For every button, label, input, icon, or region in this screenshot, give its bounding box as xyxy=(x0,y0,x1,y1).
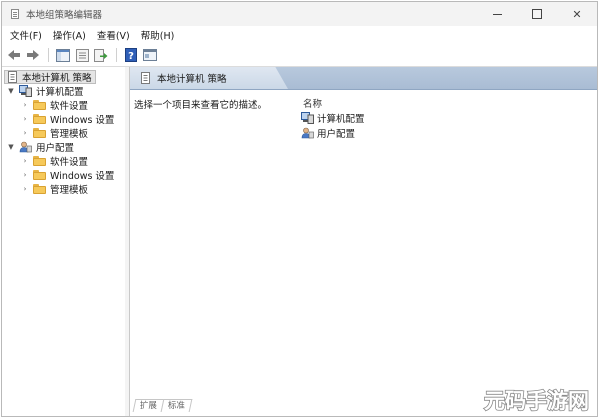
view-tabs: 扩展 标准 xyxy=(132,398,193,412)
tree-item-computer-config[interactable]: ▼ 计算机配置 xyxy=(6,84,84,98)
properties-icon xyxy=(75,48,89,62)
console-button[interactable] xyxy=(141,46,159,64)
show-hide-tree-button[interactable] xyxy=(54,46,72,64)
toolbar-separator xyxy=(116,48,117,62)
close-button[interactable]: ✕ xyxy=(557,2,597,26)
tree-item-computer-admin-templates[interactable]: › 管理模板 xyxy=(20,126,88,140)
menu-action[interactable]: 操作(A) xyxy=(49,28,93,42)
menu-file[interactable]: 文件(F) xyxy=(6,28,49,42)
toolbar: ? xyxy=(2,44,597,67)
minimize-icon xyxy=(492,13,502,15)
properties-button[interactable] xyxy=(73,46,91,64)
maximize-icon xyxy=(532,9,542,19)
tab-extended[interactable]: 扩展 xyxy=(132,399,165,412)
console-icon xyxy=(143,49,157,61)
menu-view[interactable]: 查看(V) xyxy=(93,28,137,42)
tree-item-label: 软件设置 xyxy=(50,101,89,112)
chevron-down-icon[interactable]: ▼ xyxy=(6,143,16,151)
tree-item-user-windows[interactable]: › Windows 设置 xyxy=(20,168,114,182)
tree-item-label: Windows 设置 xyxy=(50,115,115,126)
policy-app-icon xyxy=(10,8,20,20)
export-list-icon xyxy=(94,48,108,62)
policy-document-icon xyxy=(141,72,150,84)
back-icon xyxy=(8,50,20,60)
show-hide-tree-icon xyxy=(56,48,70,62)
chevron-right-icon[interactable]: › xyxy=(20,157,30,165)
detail-header-band: 本地计算机 策略 xyxy=(130,67,597,90)
chevron-right-icon[interactable]: › xyxy=(20,185,30,193)
title-bar[interactable]: 本地组策略编辑器 ✕ xyxy=(2,2,597,26)
menu-help[interactable]: 帮助(H) xyxy=(137,28,182,42)
minimize-button[interactable] xyxy=(477,2,517,26)
computer-icon xyxy=(19,85,32,97)
export-list-button[interactable] xyxy=(92,46,110,64)
watermark-text: 元码手游网 xyxy=(484,389,589,413)
tree-item-label: 计算机配置 xyxy=(36,87,84,98)
tree-item-label: 软件设置 xyxy=(50,157,89,168)
column-header-name[interactable]: 名称 xyxy=(303,96,322,110)
close-icon: ✕ xyxy=(572,7,582,21)
folder-icon xyxy=(33,128,46,138)
detail-header: 本地计算机 策略 xyxy=(130,67,288,89)
folder-icon xyxy=(33,156,46,166)
folder-icon xyxy=(33,100,46,110)
policy-document-icon xyxy=(8,71,17,83)
tree-item-label: 用户配置 xyxy=(36,143,75,154)
menu-bar: 文件(F) 操作(A) 查看(V) 帮助(H) xyxy=(2,26,597,44)
tab-standard[interactable]: 标准 xyxy=(160,399,193,412)
folder-icon xyxy=(33,184,46,194)
chevron-right-icon[interactable]: › xyxy=(20,129,30,137)
folder-icon xyxy=(33,170,46,180)
tree-item-label: 管理模板 xyxy=(50,185,89,196)
help-button[interactable]: ? xyxy=(122,46,140,64)
tree-root-label: 本地计算机 策略 xyxy=(22,73,92,84)
chevron-right-icon[interactable]: › xyxy=(20,171,30,179)
forward-icon xyxy=(27,50,39,60)
tree-item-computer-software[interactable]: › 软件设置 xyxy=(20,98,88,112)
back-button[interactable] xyxy=(5,46,23,64)
list-item-label: 计算机配置 xyxy=(317,114,365,125)
tree-root[interactable]: 本地计算机 策略 xyxy=(4,70,96,84)
list-item-computer-config[interactable]: 计算机配置 xyxy=(301,111,365,125)
description-text: 选择一个项目来查看它的描述。 xyxy=(134,100,268,111)
tree-item-user-admin-templates[interactable]: › 管理模板 xyxy=(20,182,88,196)
chevron-right-icon[interactable]: › xyxy=(20,101,30,109)
watermark-logo: 元码手游网 xyxy=(483,388,590,414)
tree-item-label: Windows 设置 xyxy=(50,171,115,182)
tree-item-label: 管理模板 xyxy=(50,129,89,140)
list-item-label: 用户配置 xyxy=(317,129,356,140)
tree-item-computer-windows[interactable]: › Windows 设置 xyxy=(20,112,114,126)
computer-icon xyxy=(301,112,314,124)
svg-text:?: ? xyxy=(128,51,134,62)
toolbar-separator xyxy=(48,48,49,62)
user-icon xyxy=(301,127,314,139)
tree-pane[interactable]: 本地计算机 策略 ▼ 计算机配置 › 软件设置 › Windows 设置 › 管… xyxy=(2,67,126,416)
maximize-button[interactable] xyxy=(517,2,557,26)
gpedit-window: 本地组策略编辑器 ✕ 文件(F) 操作(A) 查看(V) 帮助(H) ? 本地计… xyxy=(1,1,598,417)
list-item-user-config[interactable]: 用户配置 xyxy=(301,126,355,140)
chevron-right-icon[interactable]: › xyxy=(20,115,30,123)
window-title: 本地组策略编辑器 xyxy=(26,10,103,21)
detail-header-title: 本地计算机 策略 xyxy=(157,74,227,85)
tree-item-user-software[interactable]: › 软件设置 xyxy=(20,154,88,168)
chevron-down-icon[interactable]: ▼ xyxy=(6,87,16,95)
tree-item-user-config[interactable]: ▼ 用户配置 xyxy=(6,140,74,154)
forward-button[interactable] xyxy=(24,46,42,64)
detail-pane: 本地计算机 策略 选择一个项目来查看它的描述。 名称 计算机配置 用户配置 扩展… xyxy=(130,67,597,416)
user-icon xyxy=(19,141,32,153)
folder-icon xyxy=(33,114,46,124)
help-icon: ? xyxy=(125,48,137,62)
